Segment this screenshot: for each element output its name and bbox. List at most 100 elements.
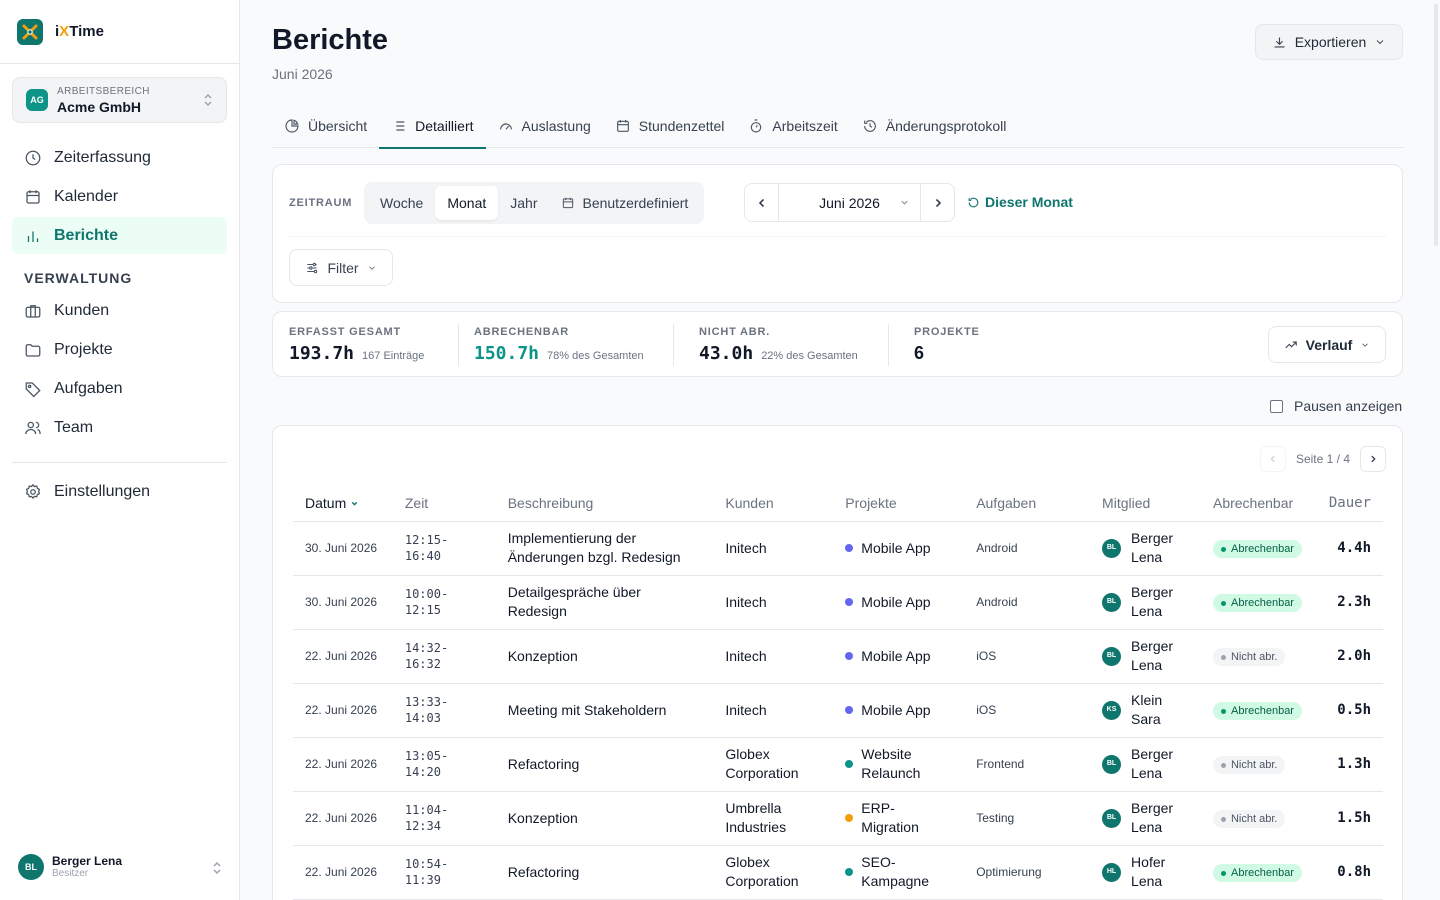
export-button[interactable]: Exportieren <box>1255 24 1403 60</box>
nav-item-kunden[interactable]: Kunden <box>12 292 227 329</box>
cell-billable: Abrechenbar <box>1200 575 1314 630</box>
user-menu[interactable]: BL Berger Lena Besitzer <box>18 854 223 880</box>
filter-button[interactable]: Filter <box>289 249 393 286</box>
avatar: BL <box>1102 538 1122 558</box>
chevron-right-icon <box>935 198 941 207</box>
tab-detailliert[interactable]: Detailliert <box>379 104 486 149</box>
bar-chart-icon <box>27 231 39 242</box>
sliders-icon <box>307 262 318 273</box>
nav-item-team[interactable]: Team <box>12 409 227 446</box>
table-row[interactable]: 22. Juni 2026 13:33-14:03 Meeting mit St… <box>293 683 1383 738</box>
next-page-button[interactable] <box>1360 446 1386 472</box>
stopwatch-icon <box>751 119 762 133</box>
next-period-button[interactable] <box>920 184 954 221</box>
filter-divider <box>289 236 1386 237</box>
table-row[interactable]: 30. Juni 2026 10:00-12:15 Detailgespräch… <box>293 575 1383 630</box>
chevron-right-icon <box>1371 455 1376 463</box>
tab-uebersicht[interactable]: Übersicht <box>272 104 379 148</box>
cell-member: HL Hofer Lena <box>1090 845 1201 900</box>
stat-divider <box>458 324 459 366</box>
period-picker: Juni 2026 <box>744 183 955 222</box>
previous-page-button[interactable] <box>1259 446 1286 472</box>
chevron-down-icon <box>901 200 908 205</box>
segment-benutzerdefiniert[interactable]: Benutzerdefiniert <box>549 186 700 220</box>
report-tabs: Übersicht Detailliert Auslastung Stunden… <box>272 104 1403 149</box>
period-select[interactable]: Juni 2026 <box>779 195 920 211</box>
segment-jahr[interactable]: Jahr <box>498 186 549 220</box>
table-header-row: Datum Zeit Beschreibung Kunden Projekte … <box>293 486 1383 522</box>
users-icon <box>25 421 41 434</box>
tab-aenderungsprotokoll[interactable]: Änderungsprotokoll <box>850 104 1019 148</box>
chevron-updown-icon <box>213 861 221 875</box>
workspace-switcher[interactable]: AG Arbeitsbereich Acme GmbH <box>12 77 227 123</box>
this-month-button[interactable]: Dieser Monat <box>967 194 1073 210</box>
cell-project: ERP-Migration <box>833 791 965 846</box>
pagination: Seite 1 / 4 <box>1259 446 1386 472</box>
page-subtitle: Juni 2026 <box>272 66 333 82</box>
column-header-client[interactable]: Kunden <box>713 486 834 522</box>
cell-date: 22. Juni 2026 <box>293 791 393 846</box>
sidebar: iXTime AG Arbeitsbereich Acme GmbH Zeite… <box>0 0 240 900</box>
table-row[interactable]: 22. Juni 2026 10:54-11:39 Refactoring Gl… <box>293 845 1383 900</box>
cell-billable: Abrechenbar <box>1200 845 1314 900</box>
trend-button[interactable]: Verlauf <box>1268 326 1386 363</box>
segment-monat[interactable]: Monat <box>435 186 499 220</box>
column-header-time[interactable]: Zeit <box>392 486 496 522</box>
page-title: Berichte <box>272 24 389 56</box>
cell-client: Globex Corporation <box>713 737 834 792</box>
table-row[interactable]: 30. Juni 2026 12:15-16:40 Implementierun… <box>293 521 1383 576</box>
cell-client: Globex Corporation <box>713 845 834 900</box>
scrollbar-thumb[interactable] <box>1434 4 1438 246</box>
nav-item-projekte[interactable]: Projekte <box>12 331 227 368</box>
table-row[interactable]: 22. Juni 2026 13:05-14:20 Refactoring Gl… <box>293 737 1383 792</box>
previous-period-button[interactable] <box>745 184 779 221</box>
tab-arbeitszeit[interactable]: Arbeitszeit <box>736 104 849 148</box>
cell-time: 12:15-16:40 <box>392 521 496 576</box>
cell-project: Mobile App <box>833 629 965 684</box>
show-breaks-toggle[interactable]: Pausen anzeigen <box>1270 398 1402 414</box>
nav-item-berichte[interactable]: Berichte <box>12 217 227 254</box>
column-header-project[interactable]: Projekte <box>833 486 965 522</box>
cell-duration: 0.5h <box>1313 683 1383 738</box>
nav-item-kalender[interactable]: Kalender <box>12 178 227 215</box>
status-badge: Abrechenbar <box>1212 702 1302 721</box>
column-header-date[interactable]: Datum <box>293 486 393 522</box>
column-header-billable[interactable]: Abrechenbar <box>1200 486 1314 522</box>
page-scrollbar[interactable] <box>1432 0 1440 900</box>
stat-billable-value: 150.7h <box>474 343 540 364</box>
tab-auslastung[interactable]: Auslastung <box>486 104 603 148</box>
tab-stundenzettel[interactable]: Stundenzettel <box>603 104 737 148</box>
column-header-member[interactable]: Mitglied <box>1090 486 1201 522</box>
cell-billable: Nicht abr. <box>1200 629 1314 684</box>
chevron-down-icon <box>1376 40 1384 45</box>
list-icon <box>393 121 405 131</box>
cell-task: Frontend <box>964 737 1091 792</box>
show-breaks-checkbox[interactable] <box>1270 399 1283 413</box>
gauge-icon <box>499 123 512 130</box>
column-header-task[interactable]: Aufgaben <box>964 486 1091 522</box>
tag-icon <box>25 381 41 397</box>
chevron-down-icon <box>368 265 375 270</box>
workspace-label: Arbeitsbereich <box>57 85 150 97</box>
table-row[interactable]: 22. Juni 2026 11:04-12:34 Konzeption Umb… <box>293 791 1383 846</box>
column-header-description[interactable]: Beschreibung <box>495 486 714 522</box>
brand[interactable]: iXTime <box>0 0 239 64</box>
status-badge: Abrechenbar <box>1212 864 1302 883</box>
cell-time: 10:00-12:15 <box>392 575 496 630</box>
entries-table-card: Seite 1 / 4 Datum Zeit Beschreibung Kund… <box>272 425 1403 900</box>
project-color-dot <box>845 543 854 552</box>
nav-item-aufgaben[interactable]: Aufgaben <box>12 370 227 407</box>
status-badge: Nicht abr. <box>1212 810 1286 829</box>
cell-date: 22. Juni 2026 <box>293 845 393 900</box>
status-badge: Abrechenbar <box>1212 594 1302 613</box>
cell-duration: 0.8h <box>1313 845 1383 900</box>
segment-woche[interactable]: Woche <box>368 186 435 220</box>
nav-item-einstellungen[interactable]: Einstellungen <box>12 473 227 510</box>
stat-projects-value: 6 <box>914 343 925 363</box>
period-label: ZEITRAUM <box>289 197 353 209</box>
cell-client: Initech <box>713 575 834 630</box>
nav-item-zeiterfassung[interactable]: Zeiterfassung <box>12 139 227 176</box>
table-row[interactable]: 22. Juni 2026 14:32-16:32 Konzeption Ini… <box>293 629 1383 684</box>
trending-up-icon <box>1285 341 1297 348</box>
column-header-duration[interactable]: Dauer <box>1313 486 1383 522</box>
